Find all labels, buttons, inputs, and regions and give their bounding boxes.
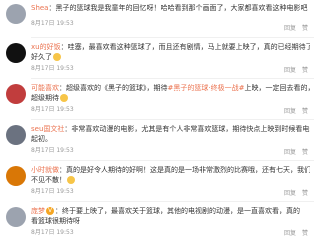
comment-text-tail: 上映，一定回去看的， xyxy=(244,84,310,92)
comment-username[interactable]: 小时就做 xyxy=(31,166,59,174)
reply-button[interactable]: 回复 xyxy=(284,67,296,74)
comment-item: seu国文社：非常喜欢动漫的电影，尤其是有个人非常喜欢篮球，期待快点上映到时候看… xyxy=(0,121,314,161)
comment-text: ：哇塞，最喜欢看这种篮球了，而且还有剧情，马上就要上映了，真的已经期待了 xyxy=(60,43,310,51)
like-button[interactable]: 赞 xyxy=(302,108,308,115)
comment-actions: 回复赞 xyxy=(278,23,308,32)
like-button[interactable]: 赞 xyxy=(302,25,308,32)
comment-username[interactable]: 可能喜欢 xyxy=(31,84,59,92)
comment-text: ：超级喜欢的《黑子的篮球》，期待 xyxy=(59,84,168,92)
comment-time: 8月17日 19:53 xyxy=(31,65,74,72)
divider xyxy=(31,160,314,161)
comment-username[interactable]: seu国文社 xyxy=(31,125,64,133)
comment-text-continued: 不见不散！ xyxy=(31,176,66,184)
reply-button[interactable]: 回复 xyxy=(284,108,296,115)
like-button[interactable]: 赞 xyxy=(302,67,308,74)
comment-username[interactable]: Shea xyxy=(31,4,48,12)
reply-button[interactable]: 回复 xyxy=(284,190,296,197)
reply-button[interactable]: 回复 xyxy=(284,149,296,156)
divider xyxy=(31,201,314,202)
divider xyxy=(31,119,314,120)
avatar[interactable] xyxy=(6,84,26,104)
comment-username[interactable]: xu的好饭 xyxy=(31,43,61,51)
verified-badge-icon: V xyxy=(46,207,54,215)
comment-actions: 回复赞 xyxy=(278,147,308,156)
comment-text-continued: 看篮球很期待呀 xyxy=(31,217,80,225)
comment-text: ：真的是好令人期待的好啊！这是真的是一场非常激烈的比赛哦，还有七天，我们都 xyxy=(59,166,310,174)
comment-username[interactable]: 庞梦 xyxy=(31,207,45,215)
comment-item: xu的好饭：哇塞，最喜欢看这种篮球了，而且还有剧情，马上就要上映了，真的已经期待… xyxy=(0,39,314,79)
comment-time: 8月17日 19:53 xyxy=(31,106,74,113)
comment-actions: 回复赞 xyxy=(278,65,308,74)
comment-item: 小时就做：真的是好令人期待的好啊！这是真的是一场非常激烈的比赛哦，还有七天，我们… xyxy=(0,162,314,202)
like-button[interactable]: 赞 xyxy=(302,149,308,156)
like-button[interactable]: 赞 xyxy=(302,230,308,237)
reply-button[interactable]: 回复 xyxy=(284,230,296,237)
avatar[interactable] xyxy=(6,125,26,145)
smile-emoji-icon xyxy=(53,53,61,61)
comment-time: 8月17日 19:53 xyxy=(31,229,74,236)
divider xyxy=(31,37,314,38)
avatar[interactable] xyxy=(6,166,26,186)
comment-actions: 回复赞 xyxy=(278,188,308,197)
topic-link[interactable]: #黑子的篮球·终极一战# xyxy=(168,84,245,92)
comment-item: 可能喜欢：超级喜欢的《黑子的篮球》，期待#黑子的篮球·终极一战#上映，一定回去看… xyxy=(0,80,314,120)
comment-text: ：非常喜欢动漫的电影，尤其是有个人非常喜欢篮球，期待快点上映到时候看电影再到的 xyxy=(64,125,310,133)
comment-actions: 回复赞 xyxy=(278,228,308,237)
reply-button[interactable]: 回复 xyxy=(284,25,296,32)
smile-emoji-icon xyxy=(67,176,75,184)
comment-time: 8月17日 19:53 xyxy=(31,20,74,27)
comment-actions: 回复赞 xyxy=(278,106,308,115)
comment-text: ：终于要上映了，最喜欢关于篮球，其他的电视剧的动漫，是一直喜欢看，真的 xyxy=(55,207,300,215)
comment-time: 8月17日 19:53 xyxy=(31,147,74,154)
comment-text-continued: 起初。 xyxy=(31,135,52,143)
divider xyxy=(31,78,314,79)
avatar[interactable] xyxy=(6,43,26,63)
comment-text: ：黑子的篮球我是我童年的回忆呀！哈哈看到那个画面了，大家都喜欢看这种电影吧 xyxy=(48,4,308,12)
avatar[interactable] xyxy=(6,4,26,24)
smile-emoji-icon xyxy=(60,94,68,102)
comment-text-continued: 好久了 xyxy=(31,53,52,61)
like-button[interactable]: 赞 xyxy=(302,190,308,197)
comment-text-continued: 超级期待 xyxy=(31,94,59,102)
comment-feed: Shea：黑子的篮球我是我童年的回忆呀！哈哈看到那个画面了，大家都喜欢看这种电影… xyxy=(0,0,314,240)
comment-item: 庞梦 V ：终于要上映了，最喜欢关于篮球，其他的电视剧的动漫，是一直喜欢看，真的 看… xyxy=(0,203,314,240)
comment-item: Shea：黑子的篮球我是我童年的回忆呀！哈哈看到那个画面了，大家都喜欢看这种电影… xyxy=(0,0,314,38)
comment-time: 8月17日 19:53 xyxy=(31,188,74,195)
avatar[interactable] xyxy=(6,207,26,227)
